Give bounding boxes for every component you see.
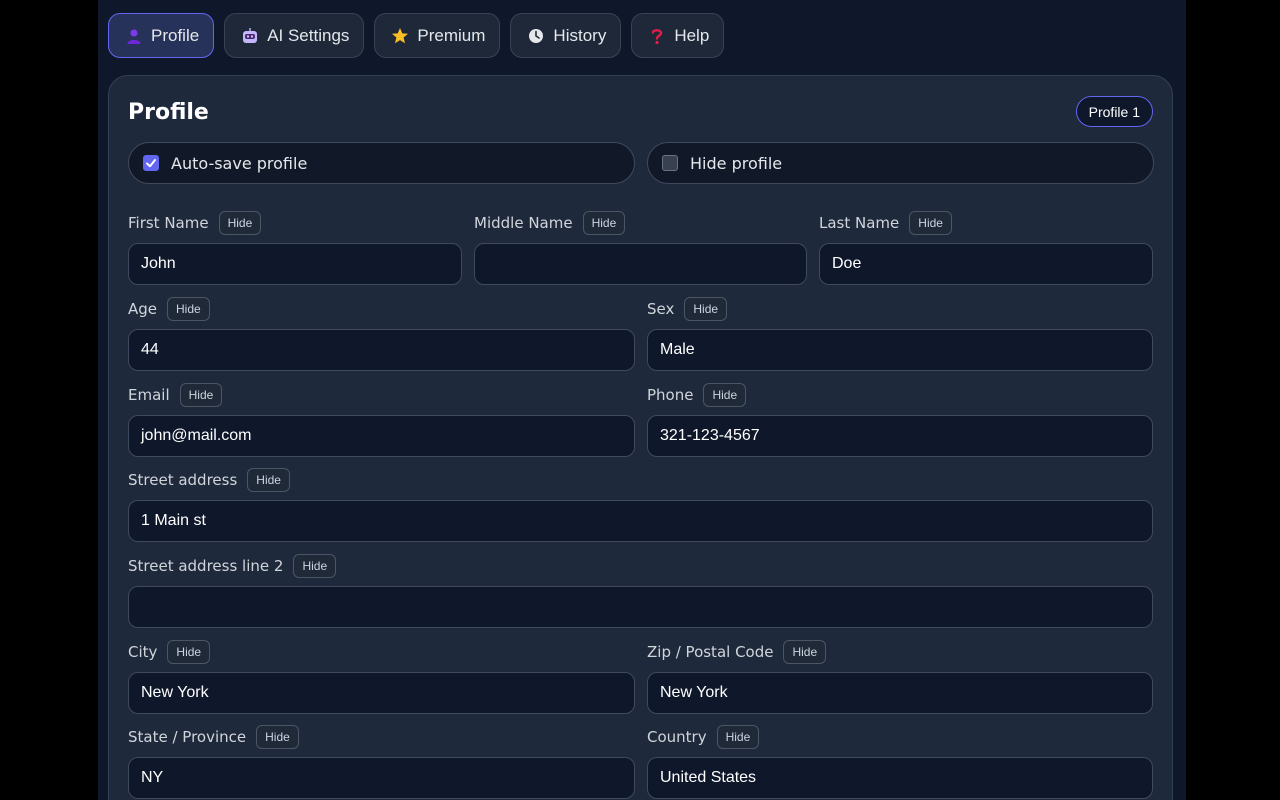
email-label: Email [128,386,170,404]
country-field: Country Hide United States [647,724,1153,799]
street-address-label: Street address [128,471,238,489]
street-address-2-input[interactable] [128,586,1153,628]
first-name-field: First Name Hide John [128,210,462,285]
street-address-2-field: Street address line 2 Hide [128,553,1153,628]
question-icon [648,27,666,45]
age-field: Age Hide 44 [128,296,635,371]
page-title: Profile [128,100,209,125]
state-label: State / Province [128,728,247,746]
sex-input[interactable]: Male [647,329,1153,371]
country-input[interactable]: United States [647,757,1153,799]
robot-icon [241,27,259,45]
hide-street-address-2-button[interactable]: Hide [293,554,337,578]
person-icon [125,27,143,45]
checkmark-icon [146,159,156,168]
autosave-toggle[interactable]: Auto-save profile [128,142,635,184]
last-name-label: Last Name [819,214,900,232]
middle-name-input[interactable] [474,243,807,285]
city-field: City Hide New York [128,639,635,714]
country-label: Country [647,728,707,746]
middle-name-field: Middle Name Hide [474,210,807,285]
city-input[interactable]: New York [128,672,635,714]
zip-field: Zip / Postal Code Hide New York [647,639,1153,714]
tab-premium[interactable]: Premium [374,13,501,58]
tab-bar: Profile AI Settings Premium History Help [108,13,725,58]
phone-label: Phone [647,386,694,404]
first-name-input[interactable]: John [128,243,462,285]
hide-profile-label: Hide profile [690,153,783,173]
tab-profile[interactable]: Profile [108,13,215,58]
tab-ai-settings[interactable]: AI Settings [224,13,365,58]
tab-label: Profile [151,25,200,45]
hide-last-name-button[interactable]: Hide [909,211,952,235]
hide-street-address-button[interactable]: Hide [247,468,290,492]
age-input[interactable]: 44 [128,329,635,371]
hide-age-button[interactable]: Hide [167,297,210,321]
hide-sex-button[interactable]: Hide [684,297,728,321]
hide-phone-button[interactable]: Hide [703,383,747,407]
last-name-input[interactable]: Doe [819,243,1153,285]
clock-icon [527,27,545,45]
tab-help[interactable]: Help [631,13,725,58]
street-address-input[interactable]: 1 Main st [128,500,1153,542]
tab-history[interactable]: History [510,13,622,58]
email-input[interactable]: john@mail.com [128,415,635,457]
tab-label: Premium [417,25,486,45]
first-name-label: First Name [128,214,209,232]
tab-label: Help [674,25,710,45]
star-icon [391,27,409,45]
hide-profile-checkbox[interactable] [662,155,678,171]
city-label: City [128,643,158,661]
street-address-field: Street address Hide 1 Main st [128,467,1153,542]
phone-input[interactable]: 321-123-4567 [647,415,1153,457]
autosave-checkbox[interactable] [143,155,159,171]
age-label: Age [128,300,158,318]
street-address-2-label: Street address line 2 [128,557,284,575]
tab-label: AI Settings [267,25,350,45]
phone-field: Phone Hide 321-123-4567 [647,382,1153,457]
last-name-field: Last Name Hide Doe [819,210,1153,285]
state-field: State / Province Hide NY [128,724,635,799]
hide-city-button[interactable]: Hide [167,640,211,664]
tab-label: History [553,25,607,45]
state-input[interactable]: NY [128,757,635,799]
hide-profile-toggle[interactable]: Hide profile [647,142,1154,184]
hide-first-name-button[interactable]: Hide [218,211,262,235]
zip-label: Zip / Postal Code [647,643,774,661]
hide-zip-button[interactable]: Hide [783,640,827,664]
hide-middle-name-button[interactable]: Hide [582,211,626,235]
middle-name-label: Middle Name [474,214,573,232]
email-field: Email Hide john@mail.com [128,382,635,457]
hide-state-button[interactable]: Hide [256,725,299,749]
sex-field: Sex Hide Male [647,296,1153,371]
profile-card: Profile Profile 1 Auto-save profile Hide… [108,75,1173,800]
hide-email-button[interactable]: Hide [179,383,223,407]
zip-input[interactable]: New York [647,672,1153,714]
sex-label: Sex [647,300,675,318]
autosave-label: Auto-save profile [171,153,308,173]
app-window: Profile AI Settings Premium History Help [98,0,1186,800]
profile-selector-button[interactable]: Profile 1 [1075,96,1153,127]
hide-country-button[interactable]: Hide [716,725,760,749]
